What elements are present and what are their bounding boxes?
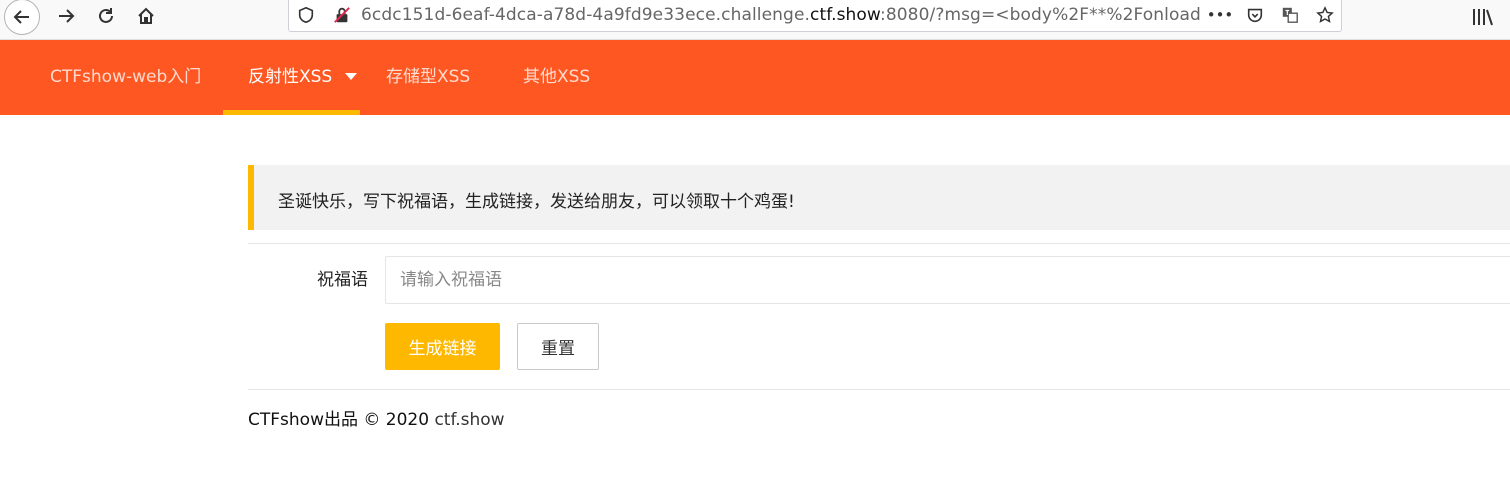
- notice-text: 圣诞快乐，写下祝福语，生成链接，发送给朋友，可以领取十个鸡蛋!: [278, 192, 795, 212]
- pocket-icon[interactable]: [1244, 4, 1266, 26]
- divider: [248, 243, 1510, 244]
- url-bar[interactable]: 6cdc151d-6eaf-4dca-a78d-4a9fd9e33ece.cha…: [288, 0, 1342, 32]
- footer-text: CTFshow出品 © 2020: [248, 410, 435, 430]
- insecure-lock-icon[interactable]: [331, 4, 353, 26]
- wish-label: 祝福语: [317, 270, 368, 290]
- reload-icon[interactable]: [88, 0, 124, 32]
- page-actions-icon[interactable]: •••: [1207, 4, 1234, 26]
- nav-item-stored-xss[interactable]: 存储型XSS: [386, 40, 470, 115]
- divider: [248, 389, 1510, 390]
- nav-item-other-xss[interactable]: 其他XSS: [523, 40, 590, 115]
- nav-item-web-intro[interactable]: CTFshow-web入门: [50, 40, 201, 115]
- url-text[interactable]: 6cdc151d-6eaf-4dca-a78d-4a9fd9e33ece.cha…: [361, 5, 1201, 25]
- site-nav: CTFshow-web入门 反射性XSS 存储型XSS 其他XSS: [0, 40, 1510, 115]
- caret-down-icon[interactable]: [345, 73, 357, 80]
- star-icon[interactable]: [1314, 4, 1336, 26]
- reset-button[interactable]: 重置: [517, 323, 599, 370]
- shield-icon[interactable]: [295, 4, 317, 26]
- wish-input[interactable]: [385, 256, 1510, 304]
- forward-icon[interactable]: [48, 0, 84, 32]
- translate-icon[interactable]: [1279, 4, 1301, 26]
- nav-item-reflected-xss[interactable]: 反射性XSS: [248, 40, 332, 115]
- active-nav-indicator: [223, 110, 360, 115]
- back-icon[interactable]: [4, 0, 40, 35]
- footer-link[interactable]: ctf.show: [434, 410, 504, 430]
- browser-toolbar: 6cdc151d-6eaf-4dca-a78d-4a9fd9e33ece.cha…: [0, 0, 1510, 40]
- home-icon[interactable]: [128, 0, 164, 32]
- library-icon[interactable]: [1470, 5, 1496, 29]
- footer: CTFshow出品 © 2020 ctf.show: [248, 405, 505, 430]
- notice-box: 圣诞快乐，写下祝福语，生成链接，发送给朋友，可以领取十个鸡蛋!: [248, 165, 1510, 230]
- generate-link-button[interactable]: 生成链接: [385, 323, 500, 370]
